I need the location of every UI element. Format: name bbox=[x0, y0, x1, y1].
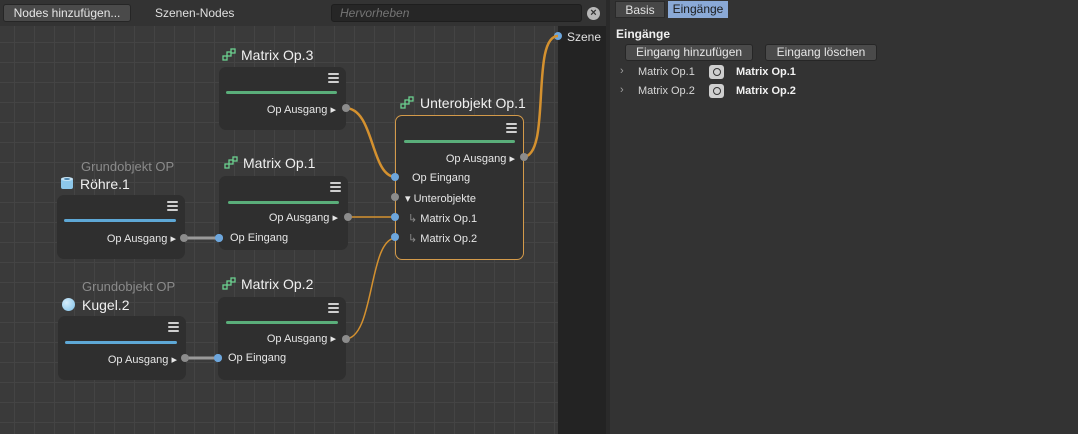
child-input-label: ↳ Matrix Op.1 bbox=[408, 213, 478, 225]
link-toggle-icon[interactable] bbox=[709, 84, 724, 98]
node-status-bar bbox=[65, 341, 177, 344]
unterobjekte-group-port[interactable] bbox=[391, 193, 399, 201]
unterobjekt-op-1-node[interactable]: Op Ausgang ▸ Op Eingang ▾ Unterobjekte ↳… bbox=[391, 115, 528, 260]
tube-icon bbox=[61, 177, 73, 189]
node-menu-icon[interactable] bbox=[168, 322, 179, 332]
node-subtitle: Grundobjekt OP bbox=[81, 159, 175, 174]
node-menu-icon[interactable] bbox=[506, 123, 517, 133]
node-menu-icon[interactable] bbox=[167, 201, 178, 211]
op-output-label: Op Ausgang ▸ bbox=[107, 354, 177, 366]
sphere-icon bbox=[62, 298, 75, 311]
node-status-bar bbox=[64, 219, 176, 222]
node-menu-icon[interactable] bbox=[330, 182, 341, 192]
op-input-label: Op Eingang bbox=[412, 172, 471, 184]
node-subtitle: Grundobjekt OP bbox=[82, 279, 176, 294]
op-input-label: Op Eingang bbox=[228, 352, 287, 364]
op-output-port[interactable] bbox=[180, 234, 188, 242]
op-output-label: Op Ausgang ▸ bbox=[268, 212, 338, 224]
add-nodes-button[interactable]: Nodes hinzufügen... bbox=[3, 4, 131, 22]
unterobjekte-group-label[interactable]: ▾ Unterobjekte bbox=[405, 192, 476, 205]
node-status-bar bbox=[228, 201, 339, 204]
op-output-port[interactable] bbox=[344, 213, 352, 221]
clear-search-icon[interactable]: × bbox=[587, 7, 600, 20]
input-value: Matrix Op.1 bbox=[736, 66, 796, 78]
matrix-icon bbox=[222, 277, 236, 290]
child-input-port[interactable] bbox=[391, 213, 399, 221]
node-title: Matrix Op.2 bbox=[241, 276, 314, 292]
matrix-op-2-node[interactable]: Op Ausgang ▸ Op Eingang bbox=[214, 297, 350, 380]
input-name: Matrix Op.2 bbox=[638, 85, 695, 97]
scene-input-port[interactable] bbox=[554, 32, 562, 40]
node-title: Unterobjekt Op.1 bbox=[420, 95, 526, 111]
attribute-panel: Basis Eingänge Eingänge Eingang hinzufüg… bbox=[610, 0, 1078, 434]
node-title: Matrix Op.3 bbox=[241, 47, 314, 63]
op-output-label: Op Ausgang ▸ bbox=[445, 153, 515, 165]
op-output-label: Op Ausgang ▸ bbox=[106, 233, 176, 245]
input-row[interactable]: › Matrix Op.2 Matrix Op.2 bbox=[610, 83, 1078, 101]
matrix-op-3-node[interactable]: Op Ausgang ▸ bbox=[219, 67, 350, 130]
tab-eingaenge[interactable]: Eingänge bbox=[668, 1, 728, 18]
scene-column: Szene bbox=[554, 26, 606, 434]
kugel-2-node[interactable]: Op Ausgang ▸ bbox=[58, 316, 186, 380]
input-name: Matrix Op.1 bbox=[638, 66, 695, 78]
input-value: Matrix Op.2 bbox=[736, 85, 796, 97]
node-title: Matrix Op.1 bbox=[243, 155, 316, 171]
roehre-1-node[interactable]: Op Ausgang ▸ bbox=[57, 195, 185, 259]
matrix-op-1-node[interactable]: Op Ausgang ▸ Op Eingang bbox=[215, 176, 352, 250]
expand-chevron-icon[interactable]: › bbox=[620, 84, 624, 96]
section-title: Eingänge bbox=[616, 27, 671, 41]
op-output-label: Op Ausgang ▸ bbox=[266, 333, 336, 345]
add-input-button[interactable]: Eingang hinzufügen bbox=[625, 44, 753, 61]
matrix-icon bbox=[224, 156, 238, 169]
link-toggle-icon[interactable] bbox=[709, 65, 724, 79]
tab-basis[interactable]: Basis bbox=[615, 1, 665, 18]
delete-input-button[interactable]: Eingang löschen bbox=[765, 44, 877, 61]
op-input-port[interactable] bbox=[214, 354, 222, 362]
op-output-port[interactable] bbox=[342, 335, 350, 343]
op-output-label: Op Ausgang ▸ bbox=[266, 104, 336, 116]
op-output-port[interactable] bbox=[342, 104, 350, 112]
expand-chevron-icon[interactable]: › bbox=[620, 65, 624, 77]
op-output-port[interactable] bbox=[181, 354, 189, 362]
highlight-search-input[interactable] bbox=[331, 4, 582, 22]
node-editor: Nodes hinzufügen... Szenen-Nodes × Szene… bbox=[0, 0, 608, 434]
matrix-icon bbox=[222, 48, 236, 61]
node-menu-icon[interactable] bbox=[328, 303, 339, 313]
child-input-label: ↳ Matrix Op.2 bbox=[408, 233, 478, 245]
node-status-bar bbox=[226, 321, 338, 324]
op-output-port[interactable] bbox=[520, 153, 528, 161]
child-input-port[interactable] bbox=[391, 233, 399, 241]
node-status-bar bbox=[404, 140, 515, 143]
node-title: Kugel.2 bbox=[82, 297, 130, 313]
input-row[interactable]: › Matrix Op.1 Matrix Op.1 bbox=[610, 64, 1078, 82]
scene-nodes-label[interactable]: Szenen-Nodes bbox=[155, 6, 234, 20]
matrix-icon bbox=[400, 96, 414, 109]
op-input-label: Op Eingang bbox=[230, 232, 289, 244]
op-input-port[interactable] bbox=[215, 234, 223, 242]
op-input-port[interactable] bbox=[391, 173, 399, 181]
scene-label: Szene bbox=[567, 30, 602, 44]
node-status-bar bbox=[226, 91, 337, 94]
node-menu-icon[interactable] bbox=[328, 73, 339, 83]
node-title: Röhre.1 bbox=[80, 176, 130, 192]
editor-toolbar: Nodes hinzufügen... Szenen-Nodes × bbox=[0, 0, 608, 26]
